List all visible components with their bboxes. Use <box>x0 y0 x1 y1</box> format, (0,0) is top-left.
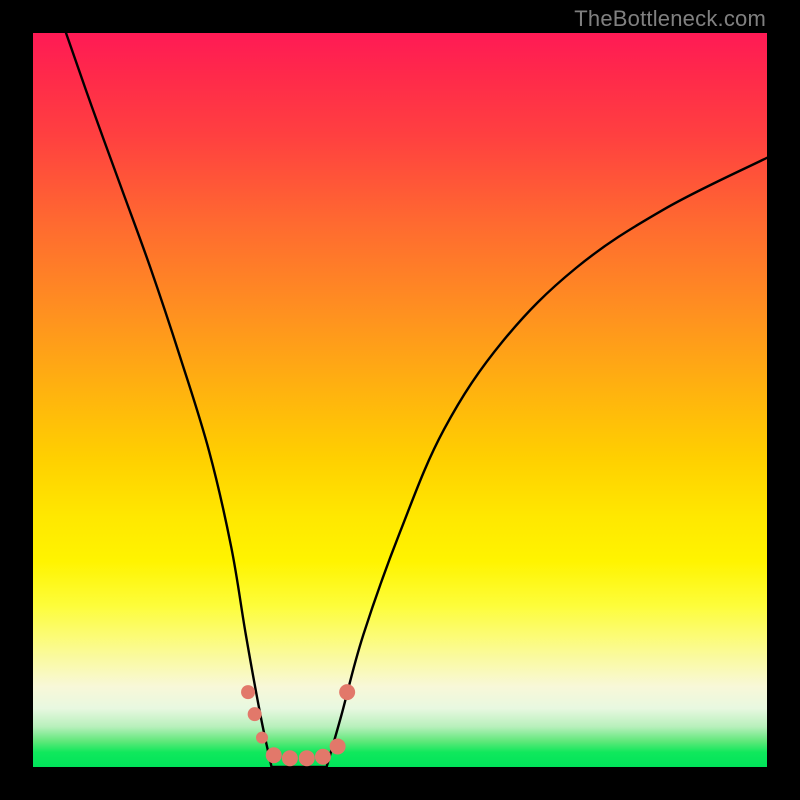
data-dot <box>241 685 255 699</box>
watermark-text: TheBottleneck.com <box>574 6 766 32</box>
data-dot <box>315 749 331 765</box>
chart-svg <box>33 33 767 767</box>
data-dot <box>330 738 346 754</box>
data-dot <box>299 750 315 766</box>
data-dot <box>282 750 298 766</box>
data-dot <box>339 684 355 700</box>
data-dot <box>266 747 282 763</box>
data-dot <box>248 707 262 721</box>
chart-frame: TheBottleneck.com <box>0 0 800 800</box>
curve-right-branch <box>327 158 767 767</box>
curve-left-branch <box>66 33 272 767</box>
data-dot <box>256 732 268 744</box>
plot-area <box>33 33 767 767</box>
